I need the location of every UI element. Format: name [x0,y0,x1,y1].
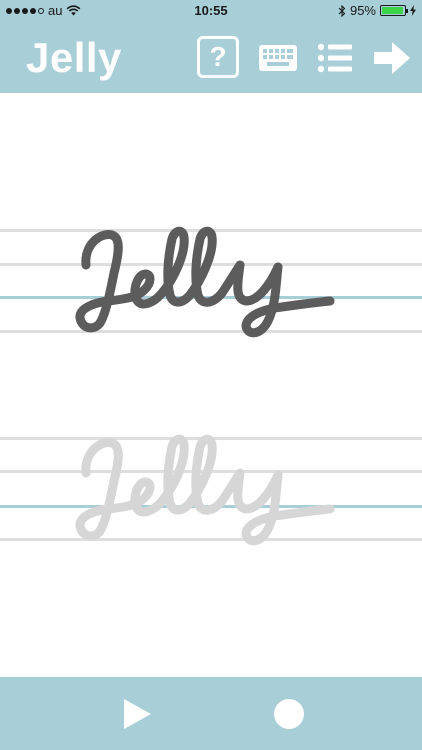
page-title: Jelly [26,34,122,81]
keyboard-button[interactable] [258,38,298,78]
list-button[interactable] [317,38,353,78]
trace-word[interactable] [0,423,422,553]
next-button[interactable] [372,38,412,78]
model-word [75,226,335,338]
status-bar: au 10:55 95% [0,0,422,22]
charging-bolt-icon [410,5,416,16]
list-icon [317,43,352,73]
battery-level-fill [382,7,403,14]
bottom-bar [0,677,422,750]
arrow-right-icon [374,42,410,74]
play-button[interactable] [120,697,154,731]
battery-icon [380,5,408,16]
battery-percent: 95% [349,3,376,18]
status-right: 95% [338,3,416,18]
bluetooth-icon [338,4,346,17]
top-bar: au 10:55 95% Jelly ? [0,0,422,93]
record-icon[interactable] [274,699,304,729]
play-icon [124,699,151,729]
help-button[interactable]: ? [197,36,239,78]
keyboard-icon [259,45,297,71]
help-icon: ? [209,41,227,72]
